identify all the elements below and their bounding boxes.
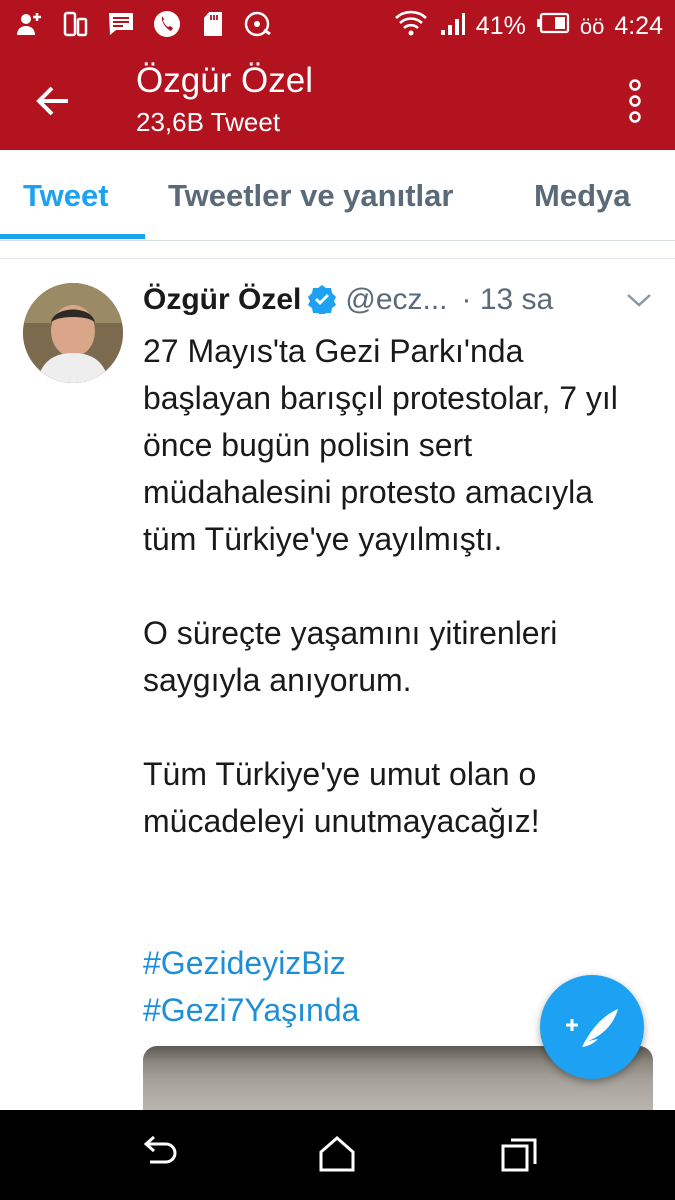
navigation-bar xyxy=(0,1110,675,1200)
profile-title: Özgür Özel xyxy=(136,61,313,100)
divider xyxy=(0,258,675,259)
time-prefix: öö xyxy=(579,13,605,39)
sd-card-icon xyxy=(198,9,228,39)
clock: 4:24 xyxy=(614,12,663,40)
hashtag-link[interactable]: #GezideyizBiz xyxy=(143,940,359,987)
add-contact-icon xyxy=(14,9,44,39)
hashtag-link[interactable]: #Gezi7Yaşında xyxy=(143,987,359,1034)
battery-percent: 41% xyxy=(475,12,526,40)
tweet-text: 27 Mayıs'ta Gezi Parkı'nda başlayan barı… xyxy=(143,333,618,839)
compose-tweet-button[interactable] xyxy=(540,975,644,1079)
tweet-time: · 13 sa xyxy=(461,283,554,316)
status-bar: 41% öö 4:24 xyxy=(0,0,675,50)
profile-tabs: Tweet Tweetler ve yanıtlar Medya xyxy=(0,150,675,241)
back-arrow-icon[interactable] xyxy=(30,78,76,124)
status-right: 41% öö 4:24 xyxy=(394,8,663,45)
tweet-header: Özgür Özel @ecz... · 13 sa xyxy=(143,283,663,323)
message-icon xyxy=(106,9,136,39)
battery-icon xyxy=(536,12,570,41)
chevron-down-icon[interactable] xyxy=(625,290,653,310)
tab-media[interactable]: Medya xyxy=(534,178,630,214)
wifi-icon xyxy=(394,8,428,45)
more-options-icon[interactable] xyxy=(625,78,645,124)
compose-feather-icon xyxy=(566,1009,618,1047)
call-icon xyxy=(152,9,182,39)
disc-icon xyxy=(244,9,274,39)
home-nav-icon[interactable] xyxy=(315,1132,359,1176)
phone-transfer-icon xyxy=(60,9,90,39)
author-handle[interactable]: @ecz... xyxy=(345,283,447,316)
recent-apps-icon[interactable] xyxy=(497,1132,541,1176)
hashtags: #GezideyizBiz #Gezi7Yaşında xyxy=(143,940,359,1034)
tweet-count: 23,6B Tweet xyxy=(136,107,281,137)
avatar[interactable] xyxy=(23,283,123,383)
back-nav-icon[interactable] xyxy=(136,1132,180,1176)
signal-icon xyxy=(438,9,466,44)
tab-tweet[interactable]: Tweet xyxy=(23,178,109,214)
verified-badge-icon xyxy=(307,284,337,316)
active-tab-indicator xyxy=(0,234,145,239)
app-bar: Özgür Özel 23,6B Tweet xyxy=(0,50,675,150)
author-name[interactable]: Özgür Özel xyxy=(143,283,301,316)
tab-tweets-and-replies[interactable]: Tweetler ve yanıtlar xyxy=(168,178,453,214)
notification-icons xyxy=(14,9,274,39)
